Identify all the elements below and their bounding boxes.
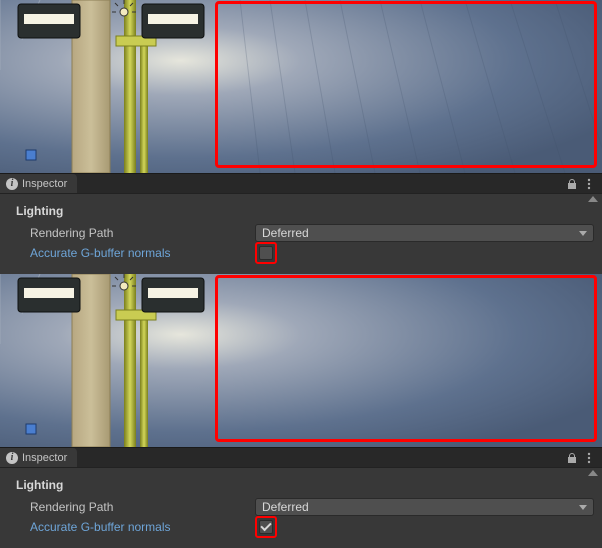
- highlight-region: [215, 275, 597, 442]
- row-rendering-path: Rendering Path Deferred: [0, 498, 602, 516]
- checkbox-highlight: [255, 516, 277, 538]
- info-icon: i: [6, 178, 18, 190]
- checkbox-accurate-gbuffer[interactable]: [259, 246, 273, 260]
- checkbox-accurate-gbuffer[interactable]: [259, 520, 273, 534]
- kebab-icon[interactable]: [584, 452, 594, 464]
- tab-label: Inspector: [22, 452, 67, 464]
- scene-viewport: [0, 0, 602, 173]
- lock-icon[interactable]: [566, 452, 578, 464]
- dropdown-rendering-path[interactable]: Deferred: [255, 224, 594, 242]
- chevron-down-icon: [579, 231, 587, 236]
- label-accurate-gbuffer: Accurate G-buffer normals: [30, 520, 255, 534]
- comparison-block-off: i Inspector Lighting Rendering Path Defe…: [0, 0, 602, 274]
- scene-viewport: [0, 274, 602, 447]
- chevron-down-icon: [579, 505, 587, 510]
- label-rendering-path: Rendering Path: [30, 226, 255, 240]
- inspector-panel: i Inspector Lighting Rendering Path Defe…: [0, 447, 602, 548]
- dropdown-value: Deferred: [262, 226, 309, 240]
- kebab-icon[interactable]: [584, 178, 594, 190]
- collapse-arrow-icon[interactable]: [588, 196, 598, 202]
- section-header-lighting: Lighting: [0, 200, 602, 224]
- label-rendering-path: Rendering Path: [30, 500, 255, 514]
- section-header-lighting: Lighting: [0, 474, 602, 498]
- tab-bar: i Inspector: [0, 448, 602, 468]
- inspector-panel: i Inspector Lighting Rendering Path Defe…: [0, 173, 602, 274]
- row-accurate-gbuffer: Accurate G-buffer normals: [0, 244, 602, 262]
- tab-inspector[interactable]: i Inspector: [0, 174, 77, 193]
- dropdown-rendering-path[interactable]: Deferred: [255, 498, 594, 516]
- row-rendering-path: Rendering Path Deferred: [0, 224, 602, 242]
- tab-inspector[interactable]: i Inspector: [0, 448, 77, 467]
- highlight-region: [215, 1, 597, 168]
- row-accurate-gbuffer: Accurate G-buffer normals: [0, 518, 602, 536]
- info-icon: i: [6, 452, 18, 464]
- dropdown-value: Deferred: [262, 500, 309, 514]
- tab-label: Inspector: [22, 178, 67, 190]
- checkbox-highlight: [255, 242, 277, 264]
- collapse-arrow-icon[interactable]: [588, 470, 598, 476]
- comparison-block-on: i Inspector Lighting Rendering Path Defe…: [0, 274, 602, 548]
- label-accurate-gbuffer: Accurate G-buffer normals: [30, 246, 255, 260]
- lock-icon[interactable]: [566, 178, 578, 190]
- tab-bar: i Inspector: [0, 174, 602, 194]
